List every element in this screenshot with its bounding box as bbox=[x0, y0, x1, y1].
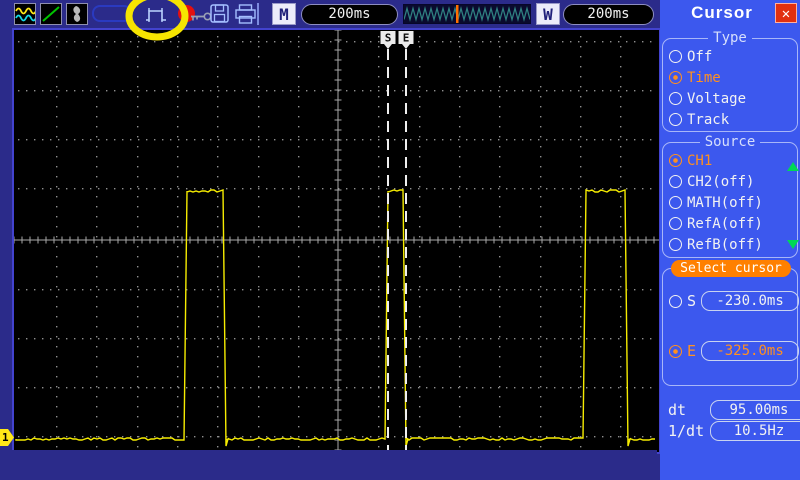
scope-display[interactable]: SE bbox=[12, 28, 661, 454]
cursor-source-option-refboff[interactable]: RefB(off) bbox=[663, 234, 797, 255]
oscilloscope-screen: M 200ms W 200ms SE 1 Cursor ✕ Type Off Ti… bbox=[0, 0, 800, 480]
cursor-source-legend: Source bbox=[704, 134, 756, 150]
cursor-source-option-ch1[interactable]: CH1 bbox=[663, 150, 797, 171]
channel1-position-marker[interactable]: 1 bbox=[0, 429, 14, 446]
cursor-type-option-voltage[interactable]: Voltage bbox=[663, 88, 797, 109]
cursor-e-label: E bbox=[687, 342, 697, 360]
svg-text:S: S bbox=[385, 32, 392, 45]
radio-label: MATH(off) bbox=[687, 194, 763, 211]
cursor-e-line-tag: E bbox=[398, 31, 414, 49]
waveform-preview-strip[interactable] bbox=[403, 4, 531, 24]
empty-toolbar-slot bbox=[92, 5, 132, 22]
radio-label: RefB(off) bbox=[687, 236, 763, 253]
cursor-source-group: Source CH1 CH2(off) MATH(off) RefA(off) RefB… bbox=[662, 134, 798, 258]
invdt-value: 10.5Hz bbox=[710, 421, 800, 441]
dt-label: dt bbox=[668, 401, 687, 419]
cursor-s-line-tag: S bbox=[380, 31, 396, 49]
select-cursor-header: Select cursor bbox=[671, 260, 791, 277]
cursor-type-group: Type Off Time Voltage Track bbox=[662, 30, 798, 132]
radio-icon bbox=[669, 294, 682, 308]
main-timebase-value[interactable]: 200ms bbox=[301, 4, 398, 25]
main-timebase-badge: M bbox=[272, 3, 296, 25]
panel-title: Cursor bbox=[691, 3, 753, 22]
cursor-source-option-mathoff[interactable]: MATH(off) bbox=[663, 192, 797, 213]
radio-label: RefA(off) bbox=[687, 215, 763, 232]
radio-label: Time bbox=[687, 69, 721, 86]
cursor-s-label: S bbox=[687, 292, 697, 310]
delta-time-readout: dt 95.00ms bbox=[668, 400, 800, 420]
inverse-delta-time-readout: 1/dt 10.5Hz bbox=[668, 421, 800, 441]
cursor-s-value: -230.0ms bbox=[701, 291, 800, 311]
window-timebase-badge: W bbox=[536, 3, 560, 25]
print-icon[interactable] bbox=[235, 4, 256, 28]
radio-icon bbox=[669, 344, 682, 358]
radio-label: CH2(off) bbox=[687, 173, 755, 190]
key-lock-icon[interactable] bbox=[191, 8, 212, 27]
preview-position-marker bbox=[456, 5, 459, 23]
window-timebase-value[interactable]: 200ms bbox=[563, 4, 654, 25]
status-bar: DC 20 1.00V CH1 2.56V 0.00000Hz bbox=[0, 450, 657, 480]
line-draw-icon[interactable] bbox=[40, 3, 62, 25]
close-button[interactable]: ✕ bbox=[775, 3, 797, 23]
cursor-e-option[interactable]: E -325.0ms bbox=[663, 341, 800, 361]
svg-text:E: E bbox=[403, 32, 410, 45]
radio-icon bbox=[669, 113, 682, 126]
radio-label: Track bbox=[687, 111, 730, 128]
scroll-down-icon[interactable] bbox=[787, 240, 799, 249]
cursor-e-value: -325.0ms bbox=[701, 341, 800, 361]
radio-icon bbox=[669, 92, 682, 105]
radio-icon bbox=[669, 217, 682, 230]
cursor-s-option[interactable]: S -230.0ms bbox=[663, 291, 800, 311]
cursor-source-option-ch2off[interactable]: CH2(off) bbox=[663, 171, 797, 192]
cursor-type-option-off[interactable]: Off bbox=[663, 46, 797, 67]
radio-icon bbox=[669, 71, 682, 84]
save-icon[interactable] bbox=[210, 4, 230, 28]
radio-label: Off bbox=[687, 48, 713, 65]
toolbar: M 200ms W 200ms bbox=[0, 0, 660, 41]
select-cursor-group: Select cursor S -230.0ms E -325.0ms bbox=[662, 260, 800, 386]
cursor-type-legend: Type bbox=[713, 30, 747, 46]
scroll-up-icon[interactable] bbox=[787, 162, 799, 171]
pulse-mode-icon[interactable] bbox=[145, 6, 167, 27]
cursor-panel: Cursor ✕ Type Off Time Voltage Track Source… bbox=[660, 0, 800, 480]
radio-label: Voltage bbox=[687, 90, 747, 107]
radio-label: CH1 bbox=[687, 152, 713, 169]
cursor-source-option-refaoff[interactable]: RefA(off) bbox=[663, 213, 797, 234]
invdt-label: 1/dt bbox=[668, 422, 705, 440]
channel1-badge: 1 bbox=[2, 431, 9, 444]
radio-icon bbox=[669, 238, 682, 251]
radio-icon bbox=[669, 154, 682, 167]
grayscale-thumbnail-icon[interactable] bbox=[66, 3, 88, 25]
channel-waveforms-icon[interactable] bbox=[14, 3, 37, 25]
radio-icon bbox=[669, 196, 682, 209]
cursor-type-option-track[interactable]: Track bbox=[663, 109, 797, 130]
radio-icon bbox=[669, 175, 682, 188]
dt-value: 95.00ms bbox=[710, 400, 800, 420]
radio-icon bbox=[669, 50, 682, 63]
cursor-type-option-time[interactable]: Time bbox=[663, 67, 797, 88]
toolbar-separator bbox=[257, 3, 259, 25]
